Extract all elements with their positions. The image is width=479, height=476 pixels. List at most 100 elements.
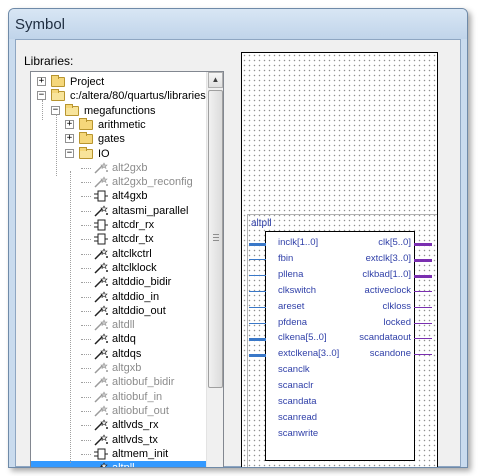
wizard-icon (94, 176, 108, 188)
tree-item-label: alt2gxb_reconfig (112, 176, 193, 189)
symbol-icon (94, 219, 108, 231)
tree-item[interactable]: alt2gxb (31, 161, 206, 175)
folder-icon (79, 117, 93, 130)
tree-item-label: megafunctions (84, 104, 156, 117)
tree-item[interactable]: alt2gxb_reconfig (31, 175, 206, 189)
output-port-label: activeclock (364, 284, 411, 296)
input-port-label: pllena (278, 268, 304, 280)
tree-item[interactable]: + gates (31, 132, 206, 146)
input-port-label: scanclk (278, 364, 310, 376)
wizard-icon (94, 376, 108, 388)
tree-guide-line (70, 171, 71, 463)
tree-item[interactable]: altddio_in (31, 290, 206, 304)
tree-connector (81, 368, 91, 369)
tree-item[interactable]: + arithmetic (31, 117, 206, 132)
tree-vertical-scrollbar[interactable]: ▲ (206, 72, 223, 467)
wizard-icon (94, 333, 108, 345)
tree-item[interactable]: altclkctrl (31, 247, 206, 261)
wizard-icon (94, 262, 108, 274)
tree-item[interactable]: altiobuf_bidir (31, 375, 206, 389)
tree-item-label: altlvds_rx (112, 419, 159, 432)
tree-item[interactable]: altasmi_parallel (31, 204, 206, 218)
tree-connector (81, 167, 91, 169)
tree-item[interactable]: altlvds_tx (31, 433, 206, 447)
wizard-icon (94, 433, 108, 446)
wizard-icon (94, 305, 108, 317)
input-bus-wire (249, 338, 266, 342)
input-wire (249, 258, 266, 260)
wizard-icon (94, 405, 108, 417)
input-port-label: scanwrite (278, 427, 319, 439)
tree-guide-line (42, 100, 43, 120)
tree-item[interactable]: altdqs (31, 347, 206, 361)
tree-item-label: altclklock (112, 261, 157, 274)
symbol-icon (94, 190, 108, 202)
tree-item[interactable]: altddio_bidir (31, 275, 206, 289)
tree-item[interactable]: − IO (31, 146, 206, 161)
tree-item[interactable]: altdq (31, 332, 206, 346)
symbol-instance[interactable]: altpll inclk[1..0] fbin pllena clkswitch are… (247, 214, 437, 467)
symbol-dialog: Symbol Libraries: + Project − c:/altera/80/… (8, 8, 468, 468)
scroll-up-arrow-icon[interactable]: ▲ (208, 72, 223, 88)
tree-item[interactable]: altiobuf_in (31, 390, 206, 404)
wizard-icon (94, 390, 108, 403)
expand-icon[interactable]: + (65, 119, 74, 129)
tree-item[interactable]: altgxb (31, 361, 206, 375)
expand-icon[interactable]: + (37, 77, 46, 86)
tree-item[interactable]: altmem_init (31, 447, 206, 461)
scroll-thumb[interactable] (208, 90, 223, 388)
tree-item[interactable]: altpll (31, 461, 206, 467)
wizard-icon (94, 348, 108, 360)
tree-item[interactable]: altdll (31, 318, 206, 332)
collapse-icon[interactable]: − (37, 91, 46, 101)
output-port-label: clk[5..0] (378, 237, 411, 248)
input-port-label: scanaclr (278, 380, 314, 392)
tree-connector (81, 410, 91, 412)
tree-item-label: arithmetic (98, 118, 146, 131)
tree-item[interactable]: − c:/altera/80/quartus/libraries (31, 89, 206, 103)
tree-item-label: altpll (112, 461, 135, 467)
tree-item-label: altiobuf_in (112, 390, 163, 403)
dialog-client-area: Libraries: + Project − c:/altera/80/quartus… (15, 39, 461, 467)
output-wire (414, 306, 432, 308)
tree-item[interactable]: + Project (31, 75, 206, 89)
libraries-tree[interactable]: + Project − c:/altera/80/quartus/libraries −… (30, 71, 224, 467)
wizard-icon (94, 162, 108, 174)
input-wire (249, 306, 266, 308)
tree-item[interactable]: − megafunctions (31, 103, 206, 118)
tree-item[interactable]: altiobuf_out (31, 404, 206, 418)
expand-icon[interactable]: + (65, 134, 74, 144)
tree-guide-line (56, 114, 57, 176)
output-wire (414, 290, 432, 292)
tree-item-label: altiobuf_bidir (112, 376, 175, 389)
tree-item-label: alt2gxb (112, 161, 148, 174)
tree-item[interactable]: altcdr_tx (31, 232, 206, 246)
tree-connector (81, 182, 91, 184)
tree-item[interactable]: altddio_out (31, 304, 206, 318)
tree-connector (81, 396, 91, 398)
wizard-icon (94, 362, 108, 374)
tree-connector (81, 425, 91, 427)
tree-item[interactable]: altlvds_rx (31, 418, 206, 432)
input-port-label: scandata (278, 396, 317, 407)
tree-connector (81, 453, 91, 455)
wizard-icon (94, 419, 108, 431)
wizard-icon (94, 276, 108, 288)
tree-item-label: altlvds_tx (112, 433, 158, 446)
tree-connector (81, 210, 91, 212)
grip-line (213, 240, 219, 241)
tree-item[interactable]: alt4gxb (31, 189, 206, 203)
input-port-label: scanread (278, 411, 318, 423)
collapse-icon[interactable]: − (65, 148, 74, 158)
input-wire (249, 290, 266, 292)
output-wire (414, 354, 432, 356)
tree-item[interactable]: altclklock (31, 261, 206, 275)
tree-item-label: Project (70, 76, 105, 88)
tree-connector (81, 282, 91, 284)
tree-connector (81, 196, 91, 198)
tree-item-label: IO (98, 147, 110, 160)
tree-item-label: altddio_out (112, 304, 166, 317)
title-bar[interactable]: Symbol (9, 9, 467, 39)
input-port-label: inclk[1..0] (278, 237, 319, 248)
tree-item[interactable]: altcdr_rx (31, 218, 206, 232)
